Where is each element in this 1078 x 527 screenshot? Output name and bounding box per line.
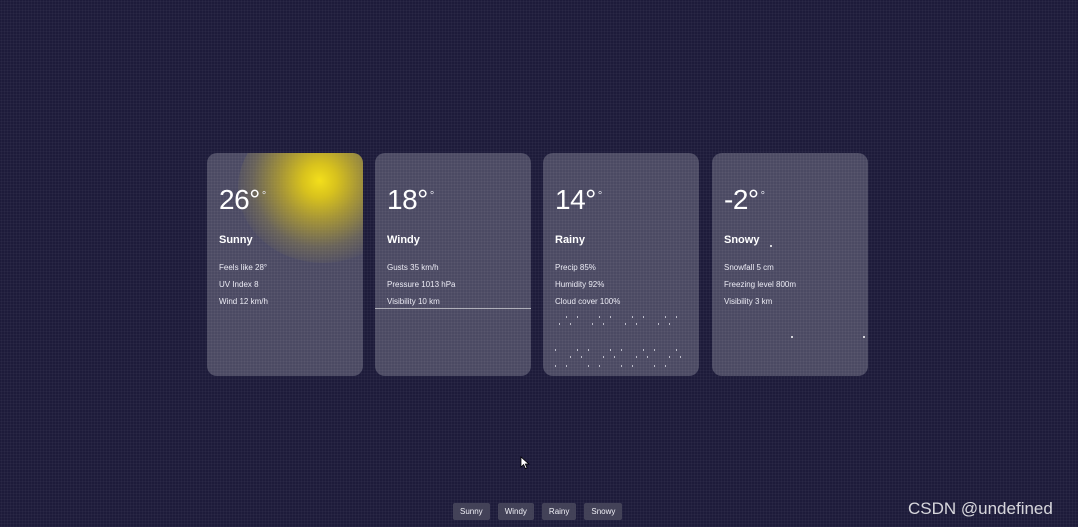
raindrop-icon [676, 349, 677, 351]
condition-label: Sunny [219, 234, 253, 246]
temperature-unit: ° [429, 190, 435, 202]
temperature-value: 18° [387, 184, 428, 215]
weather-card-snowy: -2° ° Snowy Snowfall 5 cm Freezing level… [712, 153, 868, 376]
raindrop-icon [647, 356, 648, 358]
detail-uv-index: UV Index 8 [219, 280, 259, 289]
raindrop-icon [592, 323, 593, 325]
detail-visibility: Visibility 10 km [387, 297, 440, 306]
raindrop-icon [643, 316, 644, 318]
weather-details: Snowfall 5 cm Freezing level 800m Visibi… [724, 259, 868, 310]
raindrop-icon [680, 356, 681, 358]
raindrop-icon [669, 323, 670, 325]
detail-pressure: Pressure 1013 hPa [387, 280, 456, 289]
weather-card-sunny: 26° ° Sunny Feels like 28° UV Index 8 Wi… [207, 153, 363, 376]
raindrop-icon [654, 365, 655, 367]
raindrop-icon [570, 323, 571, 325]
raindrop-icon [581, 356, 582, 358]
condition-label: Rainy [555, 234, 585, 246]
temperature-value: -2° [724, 184, 759, 215]
raindrop-icon [555, 365, 556, 367]
watermark: CSDN @undefined [908, 499, 1053, 518]
detail-humidity: Humidity 92% [555, 280, 605, 289]
detail-snowfall: Snowfall 5 cm [724, 263, 774, 272]
raindrop-icon [665, 365, 666, 367]
raindrop-icon [654, 349, 655, 351]
snowy-button[interactable]: Snowy [584, 503, 623, 520]
raindrop-icon [599, 316, 600, 318]
raindrop-icon [577, 316, 578, 318]
arrow-cursor-icon [520, 456, 530, 470]
raindrop-icon [632, 365, 633, 367]
detail-cloud-cover: Cloud cover 100% [555, 297, 621, 306]
raindrop-icon [621, 349, 622, 351]
raindrop-icon [658, 323, 659, 325]
detail-precip: Precip 85% [555, 263, 596, 272]
temperature-row: 26° ° [219, 185, 363, 219]
weather-card-windy: 18° ° Windy Gusts 35 km/h Pressure 1013 … [375, 153, 531, 376]
temperature-value: 14° [555, 184, 596, 215]
raindrop-icon [599, 365, 600, 367]
detail-gusts: Gusts 35 km/h [387, 263, 439, 272]
temperature-unit: ° [760, 190, 765, 202]
raindrop-icon [603, 323, 604, 325]
raindrop-icon [614, 356, 615, 358]
windy-button[interactable]: Windy [497, 503, 534, 520]
raindrop-icon [559, 323, 560, 325]
raindrop-icon [636, 356, 637, 358]
temperature-row: 18° ° [387, 185, 531, 219]
raindrop-icon [676, 316, 677, 318]
temperature-row: 14° ° [555, 185, 699, 219]
raindrop-icon [555, 349, 556, 351]
weather-switcher: Sunny Windy Rainy Snowy [453, 503, 623, 520]
rainy-button[interactable]: Rainy [541, 503, 577, 520]
raindrop-icon [570, 356, 571, 358]
sunny-button[interactable]: Sunny [453, 503, 490, 520]
weather-details: Feels like 28° UV Index 8 Wind 12 km/h [219, 259, 363, 310]
raindrop-icon [610, 349, 611, 351]
detail-freezing-level: Freezing level 800m [724, 280, 797, 289]
weather-cards: 26° ° Sunny Feels like 28° UV Index 8 Wi… [207, 153, 869, 376]
raindrop-icon [665, 316, 666, 318]
snowflake-icon [791, 336, 793, 338]
temperature-value: 26° [219, 184, 260, 215]
detail-visibility: Visibility 3 km [724, 297, 773, 306]
weather-details: Precip 85% Humidity 92% Cloud cover 100% [555, 259, 699, 310]
temperature-unit: ° [597, 190, 603, 202]
snowflake-icon [863, 336, 865, 338]
weather-card-rainy: 14° ° Rainy Precip 85% Humidity 92% Clou… [543, 153, 699, 376]
raindrop-icon [636, 323, 637, 325]
raindrop-icon [588, 349, 589, 351]
raindrop-icon [603, 356, 604, 358]
temperature-unit: ° [261, 190, 267, 202]
raindrop-icon [610, 316, 611, 318]
detail-wind: Wind 12 km/h [219, 297, 268, 306]
raindrop-icon [588, 365, 589, 367]
raindrop-icon [621, 365, 622, 367]
condition-label: Snowy [724, 234, 760, 246]
condition-label: Windy [387, 234, 420, 246]
raindrop-icon [643, 349, 644, 351]
detail-feels-like: Feels like 28° [219, 263, 268, 272]
raindrop-icon [625, 323, 626, 325]
raindrop-icon [669, 356, 670, 358]
raindrop-icon [566, 365, 567, 367]
raindrop-icon [632, 316, 633, 318]
temperature-row: -2° ° [724, 185, 868, 219]
weather-details: Gusts 35 km/h Pressure 1013 hPa Visibili… [387, 259, 531, 310]
raindrop-icon [566, 316, 567, 318]
raindrop-icon [577, 349, 578, 351]
